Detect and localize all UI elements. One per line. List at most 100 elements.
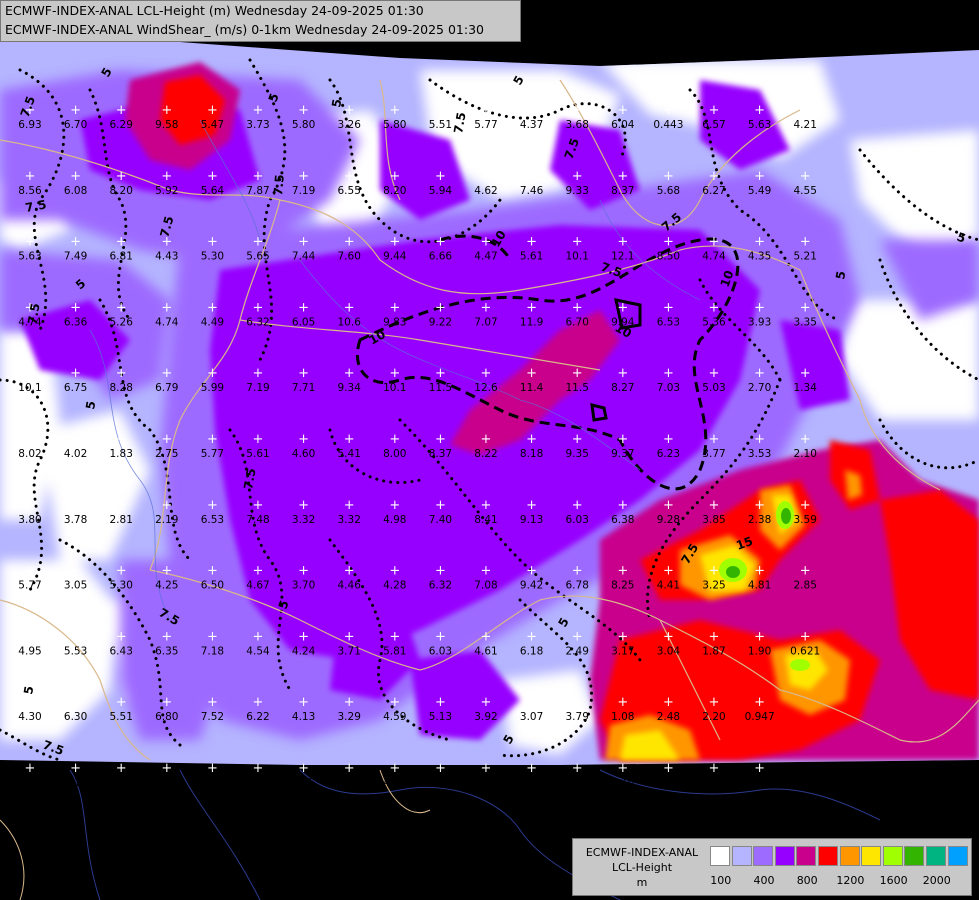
grid-marker: + bbox=[754, 366, 765, 381]
grid-marker: + bbox=[161, 432, 172, 447]
grid-marker: + bbox=[298, 432, 309, 447]
station-value: 1.10 bbox=[611, 777, 634, 789]
grid-marker: + bbox=[389, 498, 400, 513]
station-value: 3.78 bbox=[64, 514, 87, 526]
station-value: 5.92 bbox=[155, 185, 178, 197]
grid-marker: + bbox=[161, 564, 172, 579]
grid-marker: + bbox=[25, 498, 36, 513]
grid-marker: + bbox=[526, 695, 537, 710]
grid-marker: + bbox=[116, 103, 127, 118]
grid-marker: + bbox=[754, 432, 765, 447]
station-value: 8.18 bbox=[520, 448, 543, 460]
grid-marker: + bbox=[754, 103, 765, 118]
station-value: 3.17 bbox=[611, 645, 634, 657]
grid-marker: + bbox=[253, 761, 264, 776]
grid-marker: + bbox=[572, 235, 583, 250]
grid-marker: + bbox=[526, 432, 537, 447]
grid-marker: + bbox=[800, 103, 811, 118]
grid-marker: + bbox=[70, 761, 81, 776]
station-value: 3.04 bbox=[657, 645, 681, 657]
station-value: 2.75 bbox=[155, 448, 178, 460]
station-value: 6.08 bbox=[64, 185, 87, 197]
grid-marker: + bbox=[253, 498, 264, 513]
station-value: 5.80 bbox=[383, 119, 406, 131]
grid-marker: + bbox=[709, 366, 720, 381]
station-value: 5.53 bbox=[64, 645, 87, 657]
grid-marker: + bbox=[116, 432, 127, 447]
grid-marker: + bbox=[754, 564, 765, 579]
station-value: 1.83 bbox=[110, 448, 133, 460]
station-value: 4.74 bbox=[155, 316, 179, 328]
station-value: 8.20 bbox=[110, 185, 133, 197]
station-value: 5.94 bbox=[429, 185, 453, 197]
station-value: 4.28 bbox=[383, 580, 406, 592]
legend-title-unit: m bbox=[636, 876, 648, 889]
grid-marker: + bbox=[344, 498, 355, 513]
grid-marker: + bbox=[207, 366, 218, 381]
station-value: 8.22 bbox=[474, 448, 497, 460]
grid-marker: + bbox=[344, 366, 355, 381]
grid-marker: + bbox=[663, 235, 674, 250]
station-value: 9.44 bbox=[383, 251, 407, 263]
grid-marker: + bbox=[754, 235, 765, 250]
grid-marker: + bbox=[754, 169, 765, 184]
grid-marker: + bbox=[709, 300, 720, 315]
grid-marker: + bbox=[389, 629, 400, 644]
station-value: 7.03 bbox=[657, 382, 680, 394]
grid-marker: + bbox=[526, 498, 537, 513]
grid-marker: + bbox=[435, 235, 446, 250]
legend-label: 1600 bbox=[879, 874, 908, 887]
grid-marker: + bbox=[800, 564, 811, 579]
grid-marker: + bbox=[709, 432, 720, 447]
grid-marker: + bbox=[800, 300, 811, 315]
station-value: 7.49 bbox=[64, 251, 87, 263]
grid-marker: + bbox=[526, 169, 537, 184]
grid-marker: + bbox=[435, 432, 446, 447]
grid-marker: + bbox=[481, 432, 492, 447]
grid-marker: + bbox=[70, 695, 81, 710]
station-value: 5.77 bbox=[201, 448, 224, 460]
legend-swatch bbox=[818, 846, 838, 866]
grid-marker: + bbox=[116, 366, 127, 381]
station-value: 4.02 bbox=[64, 448, 87, 460]
grid-marker: + bbox=[617, 629, 628, 644]
station-value: 3.26 bbox=[338, 119, 362, 131]
station-value: 8.25 bbox=[611, 580, 634, 592]
station-value: 11.4 bbox=[520, 382, 544, 394]
station-value: 2.26 bbox=[748, 777, 772, 789]
grid-marker: + bbox=[481, 564, 492, 579]
station-value: 5.30 bbox=[110, 580, 133, 592]
grid-marker: + bbox=[526, 564, 537, 579]
station-value: 9.37 bbox=[611, 448, 634, 460]
station-value: 4.67 bbox=[246, 580, 269, 592]
grid-marker: + bbox=[572, 169, 583, 184]
station-value: 3.32 bbox=[338, 514, 361, 526]
station-value: 5.63 bbox=[18, 251, 41, 263]
grid-marker: + bbox=[526, 761, 537, 776]
station-value: 8.00 bbox=[383, 448, 406, 460]
station-value: 6.70 bbox=[566, 316, 589, 328]
grid-marker: + bbox=[800, 235, 811, 250]
grid-marker: + bbox=[435, 103, 446, 118]
grid-marker: + bbox=[344, 629, 355, 644]
grid-marker: + bbox=[70, 629, 81, 644]
station-value: 3.80 bbox=[18, 514, 41, 526]
grid-marker: + bbox=[572, 564, 583, 579]
grid-marker: + bbox=[298, 695, 309, 710]
station-value: 6.43 bbox=[110, 645, 133, 657]
grid-marker: + bbox=[344, 169, 355, 184]
grid-marker: + bbox=[70, 366, 81, 381]
grid-marker: + bbox=[70, 498, 81, 513]
grid-marker: + bbox=[298, 761, 309, 776]
station-value: 4.35 bbox=[748, 251, 771, 263]
station-value: 6.75 bbox=[64, 382, 87, 394]
station-value: 6.70 bbox=[64, 119, 87, 131]
station-value: 0.621 bbox=[790, 645, 820, 657]
grid-marker: + bbox=[754, 761, 765, 776]
station-value: 8.20 bbox=[383, 185, 406, 197]
grid-marker: + bbox=[344, 761, 355, 776]
grid-marker: + bbox=[572, 761, 583, 776]
grid-marker: + bbox=[435, 761, 446, 776]
grid-marker: + bbox=[572, 629, 583, 644]
station-value: 6.30 bbox=[64, 711, 87, 723]
